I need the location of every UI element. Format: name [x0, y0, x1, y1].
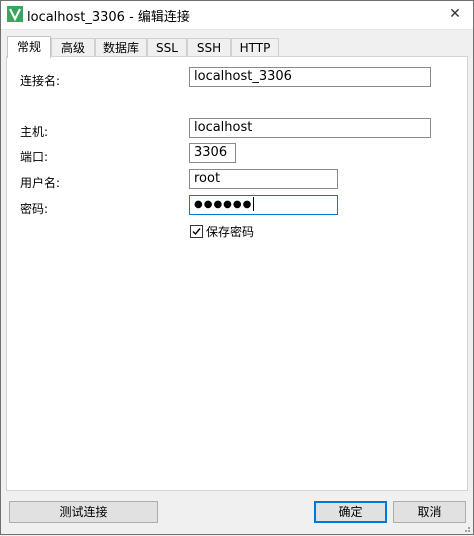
host-label: 主机: — [20, 125, 49, 139]
password-label: 密码: — [20, 202, 49, 216]
password-field[interactable]: ●●●●●● — [189, 195, 338, 215]
window-title: localhost_3306 - 编辑连接 — [27, 10, 190, 25]
tab-databases[interactable]: 数据库 — [95, 38, 147, 57]
tab-general[interactable]: 常规 — [7, 36, 51, 58]
tab-http[interactable]: HTTP — [231, 38, 279, 57]
password-mask: ●●●●●● — [194, 199, 253, 210]
edit-connection-dialog: localhost_3306 - 编辑连接 ✕ 常规 高级 数据库 SSL SS… — [0, 0, 474, 535]
host-field[interactable]: localhost — [189, 118, 431, 138]
username-field[interactable]: root — [189, 169, 338, 189]
port-field[interactable]: 3306 — [189, 143, 236, 163]
general-tab-panel: 连接名: localhost_3306 主机: localhost 端口: 33… — [6, 56, 468, 491]
tab-ssh[interactable]: SSH — [187, 38, 231, 57]
tab-ssl[interactable]: SSL — [147, 38, 187, 57]
save-password-checkbox[interactable] — [190, 225, 203, 238]
save-password-label: 保存密码 — [206, 225, 255, 239]
text-caret — [253, 197, 255, 211]
connection-name-field[interactable]: localhost_3306 — [189, 67, 431, 87]
cancel-button[interactable]: 取消 — [393, 501, 466, 523]
ok-button[interactable]: 确定 — [314, 501, 387, 523]
port-label: 端口: — [20, 150, 49, 164]
connection-name-label: 连接名: — [20, 74, 61, 88]
checkmark-icon — [192, 228, 201, 236]
resize-grip-icon[interactable] — [461, 522, 471, 532]
test-connection-button[interactable]: 测试连接 — [9, 501, 158, 523]
title-bar: localhost_3306 - 编辑连接 ✕ — [1, 1, 473, 30]
tab-advanced[interactable]: 高级 — [51, 38, 95, 57]
navicat-app-icon — [7, 6, 23, 22]
close-icon[interactable]: ✕ — [447, 5, 463, 23]
username-label: 用户名: — [20, 176, 61, 190]
